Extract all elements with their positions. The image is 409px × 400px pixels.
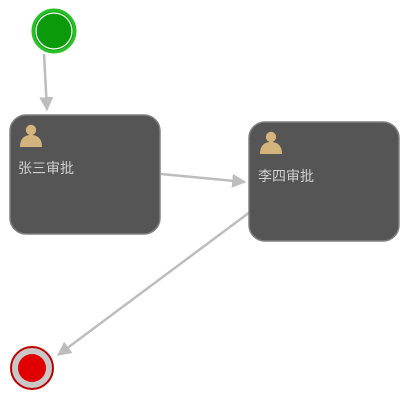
process-diagram: 张三审批 李四审批	[9, 8, 400, 390]
start-event[interactable]	[31, 8, 77, 54]
task-zhangsan[interactable]: 张三审批	[9, 114, 161, 235]
task-label: 张三审批	[18, 161, 74, 177]
task-label: 李四审批	[258, 169, 314, 185]
end-event-icon	[18, 354, 46, 382]
end-event[interactable]	[10, 346, 54, 390]
task-lisi[interactable]: 李四审批	[248, 121, 400, 242]
flow-start-to-zhangsan[interactable]	[39, 53, 54, 112]
flow-zhangsan-to-lisi[interactable]	[160, 172, 247, 188]
start-event-icon	[31, 8, 77, 54]
